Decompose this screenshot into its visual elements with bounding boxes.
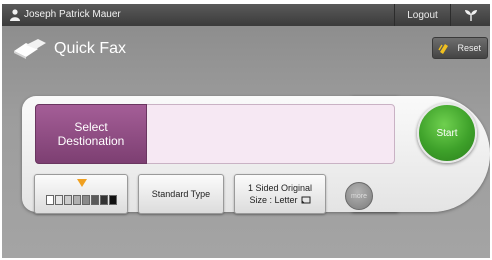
scan-type-button[interactable]: Standard Type [138, 174, 224, 214]
original-sides-label: 1 Sided Original [247, 183, 313, 193]
density-scale-icon [46, 195, 117, 205]
leaf-sprout-icon[interactable] [450, 4, 490, 26]
start-button[interactable]: Start [417, 103, 477, 163]
fax-screen: Joseph Patrick Mauer Logout Quick Fax Re… [2, 4, 490, 258]
logout-button[interactable]: Logout [394, 4, 450, 26]
page-title: Quick Fax [54, 40, 127, 57]
orientation-icon [301, 196, 311, 204]
reset-label: Reset [457, 43, 481, 53]
fax-icon [14, 39, 46, 59]
density-button[interactable] [34, 174, 128, 214]
original-size-label: Size : Letter [249, 195, 298, 205]
select-destination-label-1: Select [74, 120, 108, 134]
user-name: Joseph Patrick Mauer [24, 9, 121, 20]
original-settings-button[interactable]: 1 Sided Original Size : Letter [234, 174, 326, 214]
reset-button[interactable]: Reset [432, 37, 488, 59]
more-button[interactable]: more [345, 182, 373, 210]
density-marker-icon [77, 179, 87, 187]
user-icon [10, 9, 20, 21]
select-destination-button[interactable]: Select Destionation [35, 104, 147, 164]
select-destination-label-2: Destionation [57, 134, 125, 148]
eraser-icon [438, 44, 448, 54]
status-bar: Joseph Patrick Mauer Logout [2, 4, 490, 26]
original-size-row: Size : Letter [249, 194, 311, 206]
